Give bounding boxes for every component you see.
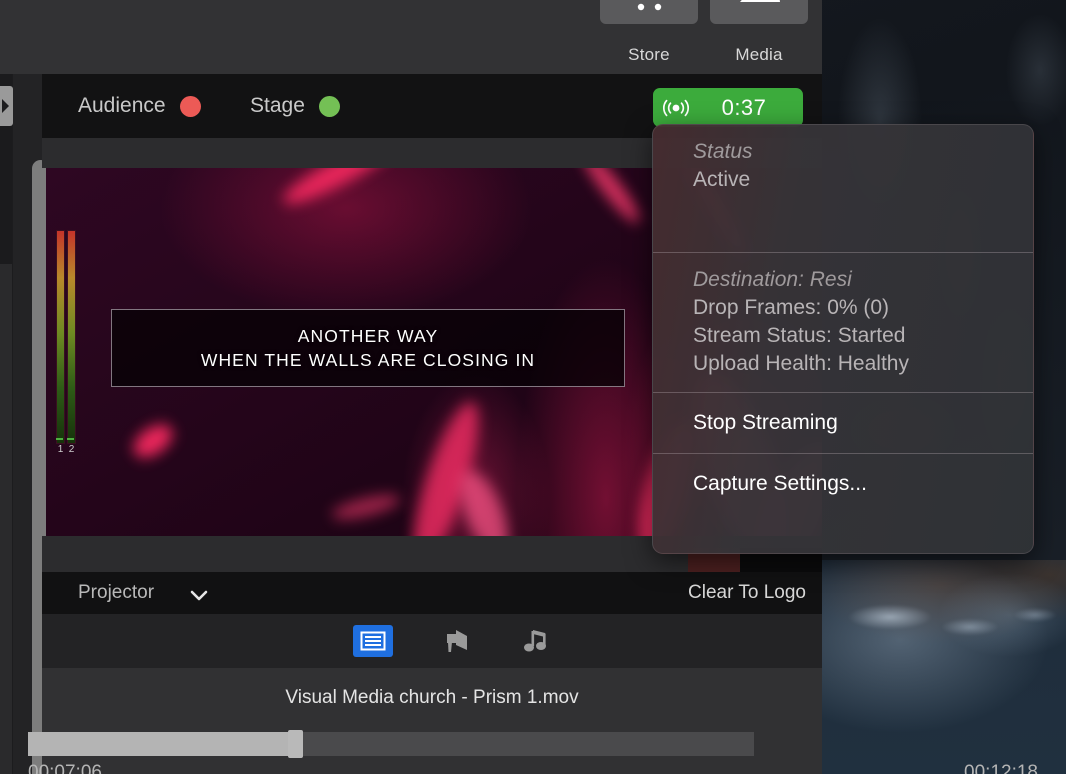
media-button[interactable] (710, 0, 808, 24)
lyric-text-box: ANOTHER WAY WHEN THE WALLS ARE CLOSING I… (111, 309, 625, 387)
store-button-label: Store (628, 45, 670, 64)
broadcast-icon (653, 98, 699, 118)
expand-panel-handle[interactable] (0, 86, 13, 126)
media-progress-fill (28, 732, 291, 756)
audio-channel-1 (56, 230, 65, 444)
popup-status-heading: Status (693, 140, 753, 163)
media-title: Visual Media church - Prism 1.mov (285, 687, 579, 708)
stream-timer: 0:37 (721, 94, 767, 120)
popup-stat-upload-health: Upload Health: Healthy (693, 352, 909, 375)
chevron-right-icon (2, 99, 9, 113)
screen: Store Media Audience Stage 0:37 1 2 ANOT… (0, 0, 1066, 774)
popup-stat-stream-status: Stream Status: Started (693, 324, 906, 347)
stage-status-dot (318, 95, 340, 117)
lyric-line-2: WHEN THE WALLS ARE CLOSING IN (200, 349, 536, 370)
media-button-label: Media (735, 45, 783, 64)
shopping-cart-icon (637, 3, 662, 11)
capture-settings-menu-item[interactable]: Capture Settings... (653, 454, 1033, 514)
app-toolbar: Store Media (0, 0, 822, 74)
audio-channel-2 (67, 230, 76, 444)
projector-dropdown-label[interactable]: Projector (78, 582, 154, 604)
media-progress-handle[interactable] (288, 730, 303, 758)
clear-to-logo-button[interactable]: Clear To Logo (688, 582, 806, 604)
stage-label: Stage (250, 94, 305, 117)
image-media-icon (740, 0, 780, 2)
content-type-tabs (42, 614, 822, 668)
tab-audio[interactable] (515, 625, 555, 657)
store-button[interactable] (600, 0, 698, 24)
audio-channel-1-label: 1 (57, 444, 64, 455)
music-note-icon (524, 630, 546, 652)
popup-stat-drop-frames: Drop Frames: 0% (0) (693, 296, 890, 319)
popup-spacer (653, 192, 1033, 252)
audio-channel-1-peak (56, 438, 63, 440)
stream-status-button[interactable]: 0:37 (653, 88, 803, 127)
media-playback-bar: Visual Media church - Prism 1.mov (42, 668, 822, 774)
popup-destination-heading: Destination: Resi (693, 268, 852, 291)
stream-status-popup-menu[interactable]: Status Active Destination: Resi Drop Fra… (652, 124, 1034, 554)
slides-icon (360, 631, 386, 651)
announcement-megaphone-icon (447, 630, 467, 652)
lyric-line-1: ANOTHER WAY (297, 325, 439, 346)
audience-status-dot (179, 95, 201, 117)
popup-status-section: Status Active (653, 125, 1033, 252)
wallpaper-sea-foam (820, 575, 1066, 665)
stage-indicator[interactable]: Stage (250, 74, 340, 138)
chevron-down-icon[interactable] (190, 589, 208, 607)
audio-channel-2-label: 2 (68, 444, 75, 455)
vertical-scrollbar-track[interactable] (13, 74, 49, 774)
media-remaining-time: 00:12:18 (964, 762, 1038, 774)
audience-label: Audience (78, 94, 166, 117)
popup-destination-section: Destination: Resi Drop Frames: 0% (0) St… (653, 253, 1033, 392)
tab-announcements[interactable] (435, 625, 475, 657)
popup-status-value: Active (693, 168, 751, 191)
media-progress-slider[interactable] (28, 730, 754, 758)
projector-row: Projector Clear To Logo (42, 572, 822, 614)
audio-level-meter: 1 2 (56, 230, 78, 458)
tab-slides[interactable] (353, 625, 393, 657)
media-elapsed-time: 00:07:06 (28, 762, 102, 774)
audio-channel-2-peak (67, 438, 74, 440)
stop-streaming-menu-item[interactable]: Stop Streaming (653, 393, 1033, 453)
audience-indicator[interactable]: Audience (78, 74, 201, 138)
left-edge-strip-lower (0, 264, 12, 774)
